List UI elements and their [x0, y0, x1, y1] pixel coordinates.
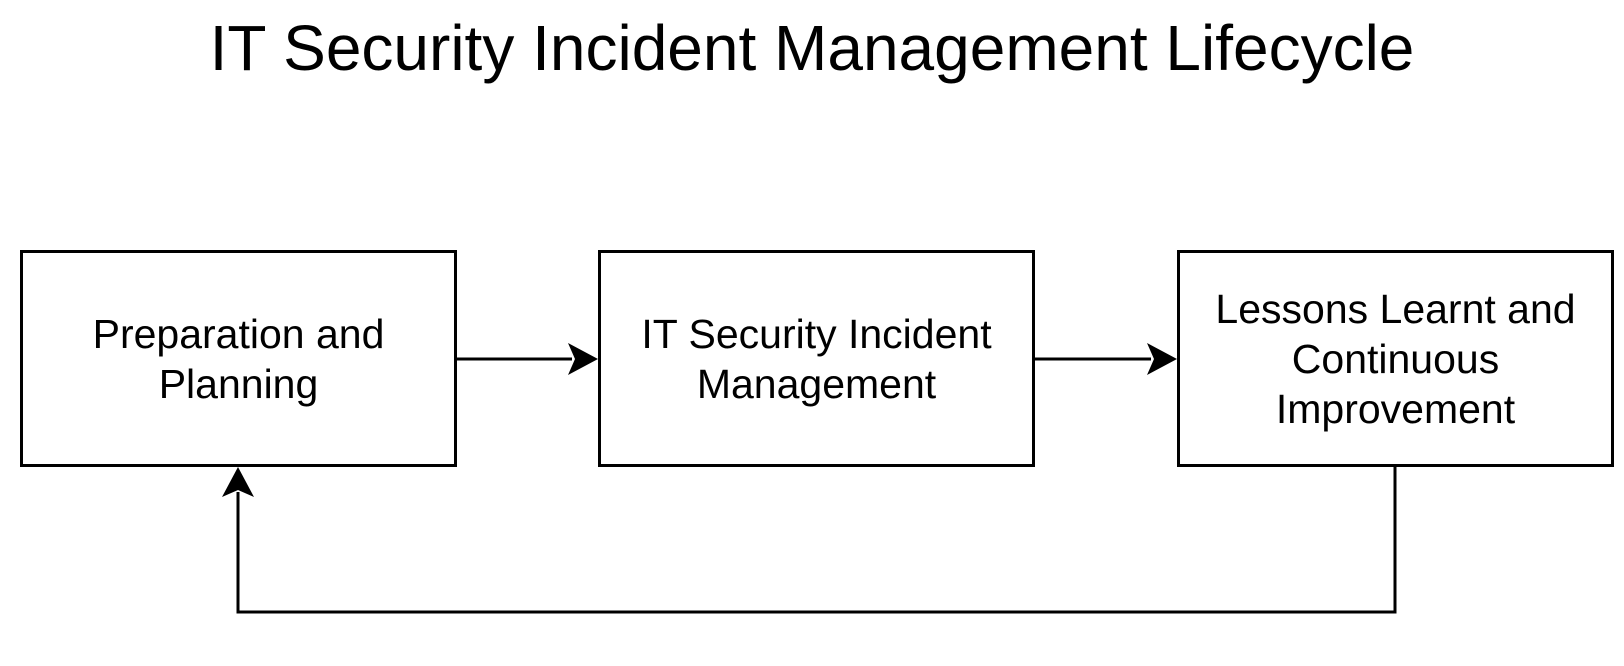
node-preparation-and-planning: Preparation and Planning [20, 250, 457, 467]
node-label: Lessons Learnt and Continuous Improvemen… [1215, 285, 1576, 432]
node-label: Preparation and Planning [92, 310, 385, 407]
node-it-security-incident-management: IT Security Incident Management [598, 250, 1035, 467]
edge-lessons-to-prep [222, 467, 1397, 614]
edge-prep-to-mgmt [457, 343, 598, 375]
node-lessons-learnt-and-continuous-improvement: Lessons Learnt and Continuous Improvemen… [1177, 250, 1614, 467]
edge-mgmt-to-lessons [1035, 343, 1177, 375]
node-label: IT Security Incident Management [641, 310, 992, 407]
